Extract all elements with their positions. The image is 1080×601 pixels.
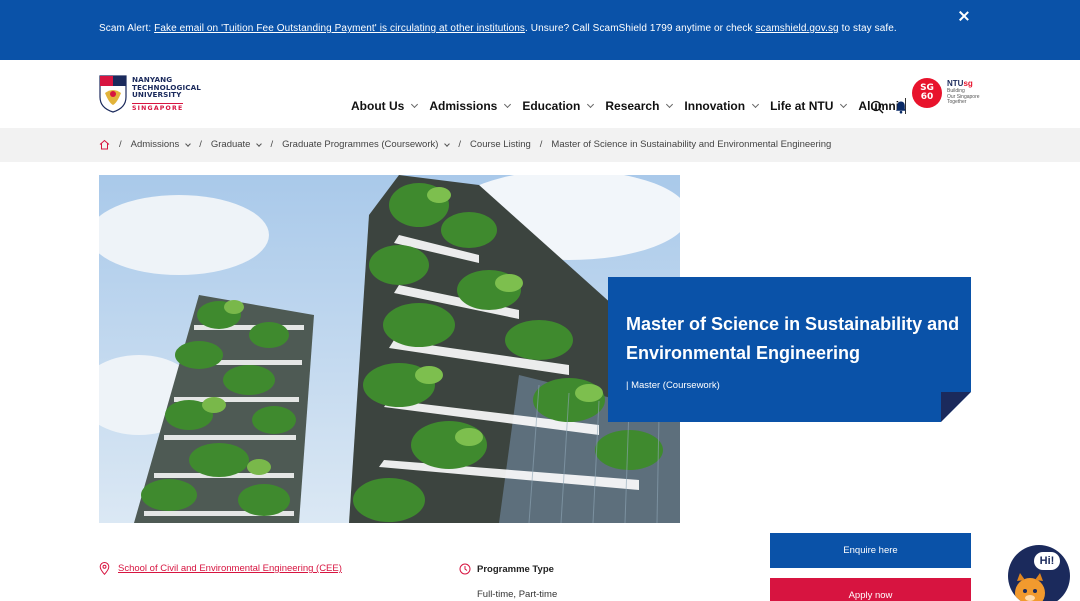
ntusg-title-b: sg: [963, 79, 973, 88]
chatbot-launcher[interactable]: Hi!: [1008, 545, 1070, 601]
nav-admissions[interactable]: Admissions: [429, 99, 512, 113]
programme-type-label: Programme Type: [477, 564, 554, 575]
breadcrumb-admissions[interactable]: Admissions: [130, 139, 192, 150]
nav-education[interactable]: Education: [522, 99, 595, 113]
ntusg-title: NTUsg: [947, 79, 980, 88]
breadcrumb-separator: /: [199, 139, 202, 150]
breadcrumb-trail: / Admissions / Graduate / Graduate Progr…: [99, 139, 831, 150]
page-title: Master of Science in Sustainability and …: [626, 314, 960, 363]
search-icon[interactable]: [870, 100, 884, 114]
nav-about-us[interactable]: About Us: [351, 99, 419, 113]
breadcrumb-label: Graduate: [210, 139, 251, 150]
location-pin-icon: [99, 562, 110, 575]
ntusg-subtitle: Building Our Singapore Together: [947, 88, 980, 106]
home-icon[interactable]: [99, 139, 110, 150]
main-nav: About Us Admissions Education Research I…: [351, 98, 916, 114]
chevron-down-icon: [666, 100, 674, 109]
alert-suffix: to stay safe.: [838, 23, 897, 34]
nav-label: Research: [605, 99, 660, 113]
alert-prefix: Scam Alert:: [99, 23, 155, 34]
chevron-down-icon: [185, 140, 192, 147]
ntusg-tagline: NTUsg Building Our Singapore Together: [947, 79, 980, 106]
ntusg-sub-3: Together: [947, 99, 967, 105]
breadcrumb-label: Course Listing: [470, 139, 531, 150]
nav-label: Admissions: [429, 99, 498, 113]
nav-label: Education: [522, 99, 581, 113]
vertical-forest-image: [99, 175, 680, 523]
programme-level: | Master (Coursework): [626, 380, 720, 391]
chevron-down-icon: [587, 100, 595, 109]
chevron-down-icon: [444, 140, 451, 147]
logo-wordmark: NANYANG TECHNOLOGICAL UNIVERSITY: [132, 76, 201, 99]
breadcrumb-current: Master of Science in Sustainability and …: [551, 139, 832, 150]
clock-icon: [459, 563, 471, 575]
chevron-down-icon: [504, 100, 512, 109]
school-link[interactable]: School of Civil and Environmental Engine…: [118, 563, 342, 574]
breadcrumb-separator: /: [458, 139, 462, 150]
nav-research[interactable]: Research: [605, 99, 674, 113]
enquire-button[interactable]: Enquire here: [770, 533, 971, 568]
breadcrumb-label: Admissions: [130, 139, 180, 150]
breadcrumb-separator: /: [539, 139, 543, 150]
logo-singapore: SINGAPORE: [132, 103, 184, 112]
scam-alert-text: Scam Alert: Fake email on 'Tuition Fee O…: [99, 23, 897, 34]
nav-label: Innovation: [684, 99, 746, 113]
school-info: School of Civil and Environmental Engine…: [99, 562, 342, 575]
bell-icon[interactable]: [894, 100, 908, 114]
chevron-down-icon: [256, 140, 263, 147]
ntu-crest-icon: [99, 75, 127, 113]
breadcrumb-separator: /: [119, 139, 122, 150]
nav-label: About Us: [351, 99, 405, 113]
alert-scamshield-link[interactable]: scamshield.gov.sg: [756, 23, 839, 34]
programme-type-value: Full-time, Part-time: [477, 589, 558, 600]
sg60-badge[interactable]: SG 60: [912, 78, 942, 108]
alert-fake-email-link[interactable]: Fake email on 'Tuition Fee Outstanding P…: [154, 23, 525, 34]
hero-image: [99, 175, 680, 523]
breadcrumb-separator: /: [270, 139, 274, 150]
chevron-down-icon: [840, 100, 848, 109]
nav-label: Life at NTU: [770, 99, 834, 113]
alert-middle-text: . Unsure? Call ScamShield 1799 anytime o…: [525, 23, 756, 34]
logo-line-3: UNIVERSITY: [132, 90, 182, 100]
close-icon[interactable]: [956, 9, 972, 25]
nav-life-at-ntu[interactable]: Life at NTU: [770, 99, 848, 113]
breadcrumb: / Admissions / Graduate / Graduate Progr…: [0, 128, 1080, 162]
chevron-down-icon: [752, 100, 760, 109]
chatbot-greeting: Hi!: [1034, 552, 1060, 570]
breadcrumb-graduate[interactable]: Graduate: [210, 139, 263, 150]
hero-card: Master of Science in Sustainability and …: [608, 277, 971, 422]
card-corner-decoration: [941, 392, 971, 422]
site-header: NANYANG TECHNOLOGICAL UNIVERSITY SINGAPO…: [0, 60, 1080, 128]
ntusg-title-a: NTU: [947, 79, 964, 88]
ntu-logo[interactable]: NANYANG TECHNOLOGICAL UNIVERSITY SINGAPO…: [99, 75, 209, 115]
scam-alert-bar: Scam Alert: Fake email on 'Tuition Fee O…: [0, 0, 1080, 60]
nav-innovation[interactable]: Innovation: [684, 99, 760, 113]
chevron-down-icon: [411, 100, 419, 109]
sg60-line-2: 60: [920, 92, 934, 102]
breadcrumb-course-listing[interactable]: Course Listing: [470, 139, 531, 150]
breadcrumb-graduate-programmes[interactable]: Graduate Programmes (Coursework): [282, 139, 451, 150]
apply-button[interactable]: Apply now: [770, 578, 971, 601]
breadcrumb-label: Graduate Programmes (Coursework): [282, 139, 439, 150]
